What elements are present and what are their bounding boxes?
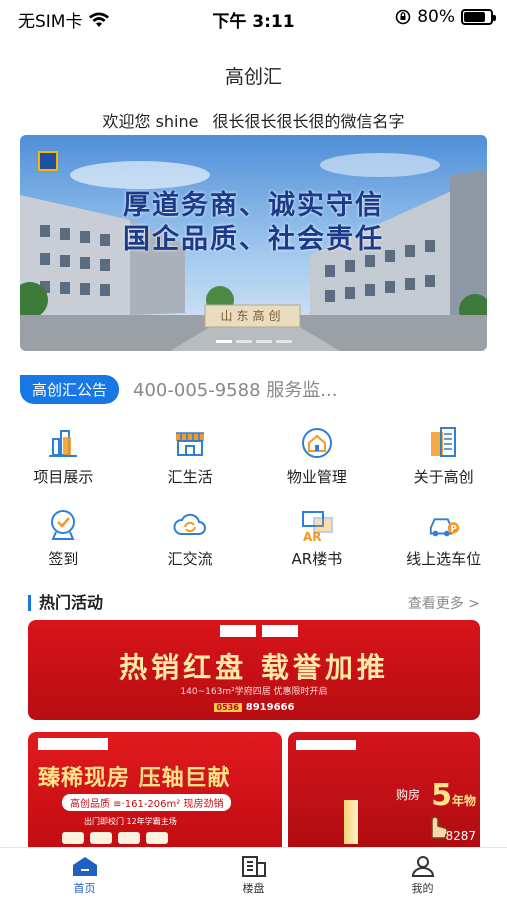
menu-item-ar-book[interactable]: AR AR楼书 bbox=[254, 508, 381, 590]
banner-carousel[interactable]: 厚道务商、诚实守信 国企品质、社会责任 山东高创 bbox=[20, 135, 487, 351]
promo-right-buy: 购房 bbox=[396, 788, 421, 802]
menu-label: 项目展示 bbox=[33, 468, 94, 486]
phone-prefix: 0536 bbox=[213, 703, 242, 712]
battery-percent: 80% bbox=[417, 7, 455, 27]
welcome-text: 欢迎您 shine 很长很长很长很的微信名字 bbox=[0, 108, 507, 132]
user-icon bbox=[411, 856, 434, 877]
ar-book-icon: AR bbox=[300, 508, 334, 542]
promo-right-text: 年物 bbox=[451, 794, 476, 808]
welcome-username: 很长很长很长很的微信名字 bbox=[212, 112, 405, 131]
battery-level bbox=[464, 12, 485, 22]
svg-text:AR: AR bbox=[303, 530, 322, 542]
feature-grid: 项目展示 汇生活 物业管理 关于高创 签到 汇交流 AR AR楼书 P 线上选车… bbox=[0, 426, 507, 590]
battery-icon bbox=[461, 9, 496, 25]
banner-pagination[interactable] bbox=[20, 340, 487, 343]
welcome-prefix: 欢迎您 shine bbox=[102, 112, 199, 131]
page-title: 高创汇 bbox=[224, 66, 282, 88]
tab-label: 楼盘 bbox=[242, 882, 265, 895]
menu-label: 签到 bbox=[48, 550, 79, 568]
promo-left-pill: 高创品质 ≡·161-206m² 现房劲销 bbox=[62, 794, 232, 811]
notice-badge: 高创汇公告 bbox=[20, 374, 120, 404]
feature-grid-row: 签到 汇交流 AR AR楼书 P 线上选车位 bbox=[0, 508, 507, 590]
menu-item-projects[interactable]: 项目展示 bbox=[0, 426, 127, 508]
notice-text[interactable]: 400-005-9588 服务监... bbox=[133, 376, 337, 402]
menu-label: 物业管理 bbox=[286, 468, 347, 486]
company-logo bbox=[38, 151, 58, 171]
promo-main-title: 热销红盘 载誉加推 bbox=[119, 651, 389, 684]
menu-item-checkin[interactable]: 签到 bbox=[0, 508, 127, 590]
home-circle-icon bbox=[300, 426, 334, 460]
status-right: 80% bbox=[395, 7, 496, 27]
city-map-icon bbox=[427, 426, 461, 460]
building-list-icon bbox=[241, 856, 266, 877]
banner-dot[interactable] bbox=[235, 340, 252, 343]
promo-banner-main[interactable]: 热销红盘 载誉加推 140~163m²学府四居 优惠限时开启 0536 89196… bbox=[28, 620, 480, 720]
promo-main-phone: 0536 8919666 bbox=[28, 702, 480, 713]
promo-card-right[interactable]: 购房 5年物 8287 bbox=[288, 732, 480, 847]
promo-logo bbox=[38, 738, 108, 750]
tab-buildings[interactable]: 楼盘 bbox=[169, 848, 338, 900]
storefront-icon bbox=[173, 426, 207, 460]
see-more-link[interactable]: 查看更多 > bbox=[408, 593, 480, 613]
menu-item-property[interactable]: 物业管理 bbox=[254, 426, 381, 508]
promo-left-title: 臻稀现房 压轴巨献 bbox=[38, 765, 231, 791]
banner-slogan-line2: 国企品质、社会责任 bbox=[123, 224, 384, 255]
promo-logo bbox=[296, 740, 356, 750]
promo-right-headline: 5年物 bbox=[431, 778, 476, 813]
home-icon bbox=[72, 857, 97, 876]
promo-left-tags bbox=[62, 832, 168, 844]
menu-label: AR楼书 bbox=[291, 550, 343, 568]
feature-grid-row: 项目展示 汇生活 物业管理 关于高创 bbox=[0, 426, 507, 508]
checkin-badge-icon bbox=[46, 508, 80, 542]
promo-left-line: 出门即校门 12年学霸主场 bbox=[84, 817, 177, 826]
menu-label: 线上选车位 bbox=[406, 550, 482, 568]
banner-dot[interactable] bbox=[255, 340, 272, 343]
menu-item-parking[interactable]: P 线上选车位 bbox=[380, 508, 507, 590]
menu-label: 汇交流 bbox=[167, 550, 213, 568]
tab-home[interactable]: 首页 bbox=[0, 848, 169, 900]
promo-main-subtitle: 140~163m²学府四居 优惠限时开启 bbox=[180, 687, 328, 697]
tab-label: 首页 bbox=[73, 882, 96, 895]
hot-activities-header: 热门活动 查看更多 > bbox=[28, 592, 480, 614]
notice-bar[interactable]: 高创汇公告 400-005-9588 服务监... bbox=[20, 374, 487, 404]
tab-label: 我的 bbox=[411, 882, 434, 895]
orientation-lock-icon bbox=[395, 9, 411, 25]
sync-cloud-icon bbox=[173, 508, 207, 542]
banner-dot[interactable] bbox=[275, 340, 292, 343]
menu-item-exchange[interactable]: 汇交流 bbox=[127, 508, 254, 590]
menu-item-life[interactable]: 汇生活 bbox=[127, 426, 254, 508]
car-parking-icon: P bbox=[427, 508, 461, 542]
status-bar: 无SIM卡 下午 3:11 80% bbox=[0, 0, 507, 38]
menu-item-about[interactable]: 关于高创 bbox=[380, 426, 507, 508]
section-title: 热门活动 bbox=[28, 595, 103, 611]
phone-number: 8919666 bbox=[245, 702, 295, 713]
svg-text:P: P bbox=[450, 525, 456, 535]
promo-right-number: 5 bbox=[431, 778, 452, 813]
promo-right-number-tail: 8287 bbox=[445, 829, 476, 843]
menu-label: 汇生活 bbox=[167, 468, 213, 486]
promo-logos bbox=[220, 625, 298, 637]
menu-label: 关于高创 bbox=[413, 468, 474, 486]
banner-dot[interactable] bbox=[215, 340, 232, 343]
building-chart-icon bbox=[46, 426, 80, 460]
promo-card-left[interactable]: 臻稀现房 压轴巨献 高创品质 ≡·161-206m² 现房劲销 出门即校门 12… bbox=[28, 732, 282, 847]
gate-sign: 山东高创 bbox=[220, 309, 285, 323]
bottom-tab-bar: 首页 楼盘 我的 bbox=[0, 847, 507, 900]
tab-mine[interactable]: 我的 bbox=[338, 848, 507, 900]
tower-image bbox=[344, 800, 358, 844]
